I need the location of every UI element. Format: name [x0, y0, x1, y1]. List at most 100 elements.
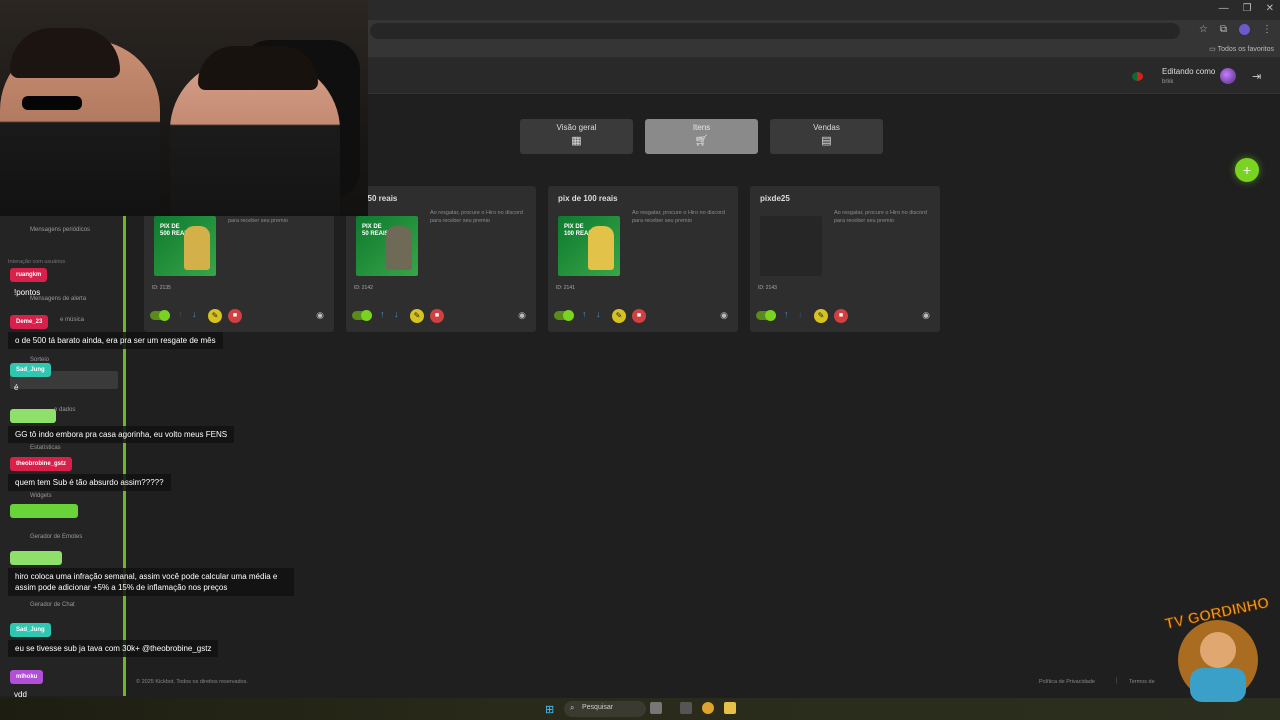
- terms-link[interactable]: Termos de: [1129, 679, 1155, 685]
- chat-username: theobrobine_gstz: [10, 457, 73, 471]
- address-bar[interactable]: [370, 23, 1180, 39]
- item-id: ID: 2141: [556, 285, 575, 291]
- chat-message: quem tem Sub é tão absurdo assim?????: [8, 474, 171, 492]
- streamer-left-hair: [10, 28, 120, 78]
- page-footer: © 2025 Kickbot. Todos os direitos reserv…: [130, 676, 1280, 694]
- app-icon[interactable]: [680, 702, 692, 714]
- tab-items[interactable]: Itens 🛒︎: [645, 119, 758, 154]
- close-icon[interactable]: ✕: [1266, 3, 1274, 14]
- browser-toolbar-icons: ☆ ⧉ ⋮: [1199, 24, 1272, 35]
- chat-username: [10, 409, 56, 423]
- taskbar-search[interactable]: ⌕ Pesquisar: [564, 701, 646, 717]
- taskbar-search-label: Pesquisar: [582, 704, 614, 711]
- os-taskbar: ⊞ ⌕ Pesquisar: [0, 698, 1280, 720]
- browser-menu-icon[interactable]: ⋮: [1262, 24, 1272, 35]
- cash-register-icon: ▤: [821, 135, 832, 147]
- screen: — ❐ ✕ ☆ ⧉ ⋮ ▭ Todos os favoritos Editand…: [0, 0, 1280, 720]
- move-up-icon[interactable]: ↑: [784, 309, 789, 319]
- plus-icon: +: [1242, 162, 1252, 178]
- trash-icon: ■: [434, 312, 440, 319]
- logout-icon[interactable]: ⇥: [1252, 70, 1261, 83]
- tab-label: Itens: [692, 123, 711, 132]
- chrome-icon[interactable]: [702, 702, 714, 714]
- eye-icon[interactable]: ◉: [518, 310, 526, 321]
- webcam-overlay: [0, 0, 368, 216]
- section-tabs: Visão geral ▦ Itens 🛒︎ Vendas ▤: [520, 119, 883, 154]
- all-bookmarks-link[interactable]: ▭ Todos os favoritos: [1209, 45, 1274, 53]
- chat-message: o de 500 tá barato ainda, era pra ser um…: [8, 332, 223, 350]
- trash-icon: ■: [636, 312, 642, 319]
- restore-icon[interactable]: ❐: [1243, 3, 1252, 14]
- tab-label: Vendas: [813, 123, 840, 132]
- delete-item-button[interactable]: ■: [834, 309, 848, 323]
- bookmark-star-icon[interactable]: ☆: [1199, 24, 1208, 35]
- edit-item-button[interactable]: ✎: [612, 309, 626, 323]
- copyright-text: © 2025 Kickbot. Todos os direitos reserv…: [136, 679, 248, 685]
- add-item-button[interactable]: +: [1235, 158, 1259, 182]
- sunglasses: [22, 96, 82, 110]
- item-enabled-toggle[interactable]: [352, 310, 372, 321]
- pencil-icon: ✎: [413, 311, 421, 320]
- item-card: pixde25 Ao resgatar, procure o Hiro no d…: [750, 186, 940, 332]
- chat-username: Sad_Jung: [10, 623, 51, 637]
- chat-username: ruangkm: [10, 268, 48, 282]
- minimize-icon[interactable]: —: [1219, 3, 1229, 14]
- item-description: Ao resgatar, procure o Hiro no discord p…: [430, 210, 523, 224]
- item-actions: ↑ ↓ ✎ ■ ◉: [756, 309, 934, 323]
- pix-100-art: PIX DE 100 REAIS: [558, 216, 620, 276]
- item-id: ID: 2142: [354, 285, 373, 291]
- item-title: pix de 100 reais: [558, 194, 618, 203]
- move-up-icon[interactable]: ↑: [380, 309, 385, 319]
- eye-icon[interactable]: ◉: [922, 310, 930, 321]
- all-bookmarks-label: Todos os favoritos: [1217, 46, 1274, 53]
- item-image-placeholder: [760, 216, 822, 276]
- file-explorer-icon[interactable]: [724, 702, 736, 714]
- stream-chat-overlay: ruangkm !pontos Deme_23 o de 500 tá bara…: [0, 216, 300, 700]
- tab-sales[interactable]: Vendas ▤: [770, 119, 883, 154]
- eye-icon[interactable]: ◉: [720, 310, 728, 321]
- privacy-policy-link[interactable]: Política de Privacidade: [1039, 679, 1095, 685]
- pix-50-art: PIX DE 50 REAIS: [356, 216, 418, 276]
- move-down-icon[interactable]: ↓: [596, 309, 601, 319]
- item-description: Ao resgatar, procure o Hiro no discord p…: [834, 210, 927, 224]
- chat-username: [10, 504, 78, 518]
- profile-avatar-icon[interactable]: [1239, 24, 1250, 35]
- footer-separator: |: [1116, 678, 1118, 684]
- trash-icon: ■: [838, 312, 844, 319]
- item-actions: ↑ ↓ ✎ ■ ◉: [554, 309, 732, 323]
- art-text: PIX DE 50 REAIS: [362, 224, 389, 237]
- delete-item-button[interactable]: ■: [430, 309, 444, 323]
- chat-message: hiro coloca uma infração semanal, assim …: [8, 568, 294, 597]
- chat-message: é: [14, 383, 19, 392]
- folder-icon: ▭: [1209, 46, 1216, 53]
- window-controls: — ❐ ✕: [1219, 3, 1274, 14]
- task-view-icon[interactable]: [650, 702, 662, 714]
- chat-username: Deme_23: [10, 315, 49, 329]
- tab-label: Visão geral: [556, 123, 597, 132]
- streamer-right-hair: [198, 46, 318, 90]
- character-figure: [588, 226, 614, 270]
- extensions-icon[interactable]: ⧉: [1220, 24, 1227, 35]
- edit-item-button[interactable]: ✎: [814, 309, 828, 323]
- eye-icon[interactable]: ◉: [316, 310, 324, 321]
- item-enabled-toggle[interactable]: [756, 310, 776, 321]
- user-avatar[interactable]: [1220, 68, 1236, 84]
- windows-start-icon[interactable]: ⊞: [545, 703, 554, 716]
- item-card: de 50 reais PIX DE 50 REAIS Ao resgatar, …: [346, 186, 536, 332]
- edit-item-button[interactable]: ✎: [410, 309, 424, 323]
- channel-watermark-logo: TV GORDINHO: [1163, 598, 1271, 702]
- tab-overview[interactable]: Visão geral ▦: [520, 119, 633, 154]
- character-figure: [386, 226, 412, 270]
- item-actions: ↑ ↓ ✎ ■ ◉: [352, 309, 530, 323]
- item-card: pix de 100 reais PIX DE 100 REAIS Ao resg…: [548, 186, 738, 332]
- move-down-icon[interactable]: ↓: [798, 309, 803, 319]
- item-image: PIX DE 100 REAIS: [558, 216, 620, 276]
- search-icon: ⌕: [570, 703, 575, 712]
- move-down-icon[interactable]: ↓: [394, 309, 399, 319]
- editing-user-name: brkk: [1162, 79, 1174, 85]
- language-flag-icon[interactable]: [1132, 72, 1143, 81]
- item-description: Ao resgatar, procure o Hiro no discord p…: [632, 210, 725, 224]
- move-up-icon[interactable]: ↑: [582, 309, 587, 319]
- delete-item-button[interactable]: ■: [632, 309, 646, 323]
- item-enabled-toggle[interactable]: [554, 310, 574, 321]
